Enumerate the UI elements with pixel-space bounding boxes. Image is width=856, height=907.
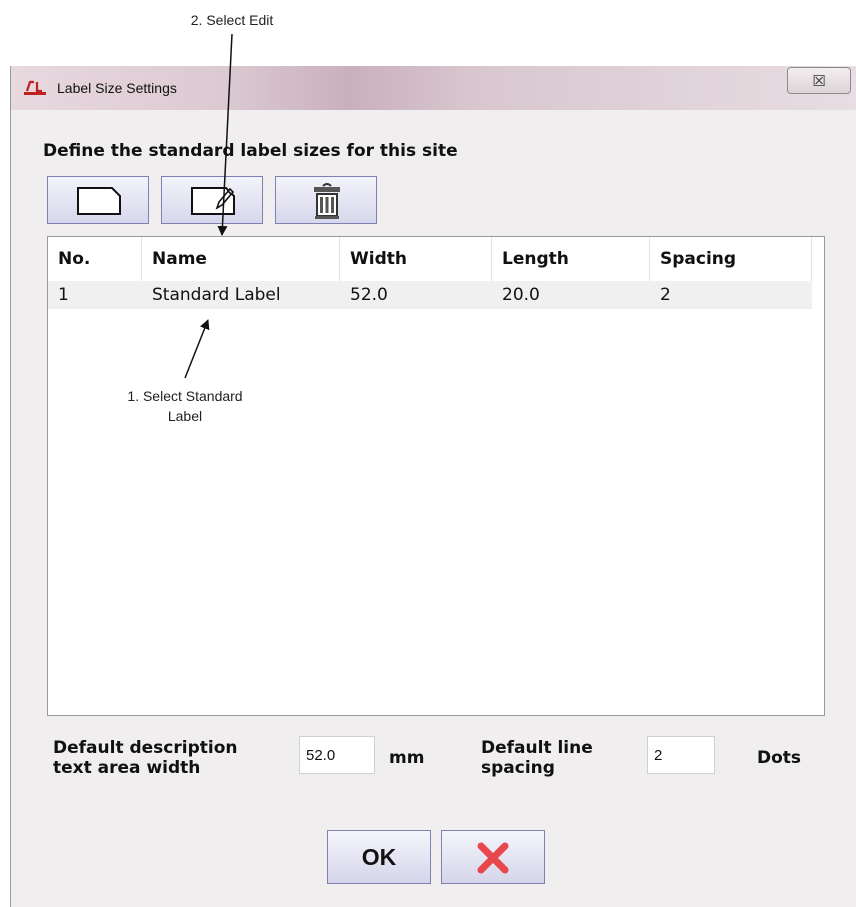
default-spacing-label-line2: spacing: [481, 758, 555, 778]
red-x-icon: [477, 842, 509, 874]
cancel-button[interactable]: [441, 830, 545, 884]
default-spacing-field[interactable]: [647, 736, 715, 774]
column-header-width[interactable]: Width: [340, 237, 492, 281]
callout-select-standard-label: 1. Select Standard Label: [100, 386, 270, 426]
column-header-spacing[interactable]: Spacing: [650, 237, 812, 281]
default-width-label-line1: Default description: [53, 738, 238, 758]
edit-label-button[interactable]: [161, 176, 263, 224]
default-width-label-line2: text area width: [53, 758, 201, 778]
callout-select-edit: 2. Select Edit: [190, 12, 274, 28]
app-logo-icon: [24, 80, 46, 95]
ok-button[interactable]: OK: [327, 830, 431, 884]
close-button[interactable]: ☒: [787, 67, 851, 94]
default-width-label: Default description text area width: [53, 738, 238, 778]
table-row[interactable]: 1 Standard Label 52.0 20.0 2: [48, 281, 812, 309]
delete-label-button[interactable]: [275, 176, 377, 224]
cell-spacing: 2: [660, 285, 671, 305]
edit-pencil-icon: [191, 187, 235, 215]
default-width-field[interactable]: [299, 736, 375, 774]
width-unit-label: mm: [389, 748, 425, 768]
callout-select-standard-label-line2: Label: [167, 408, 203, 424]
label-size-settings-dialog: Label Size Settings ☒ Define the standar…: [10, 66, 856, 907]
page-title: Define the standard label sizes for this…: [43, 141, 458, 161]
cell-length: 20.0: [502, 285, 540, 305]
new-label-button[interactable]: [47, 176, 149, 224]
default-spacing-label: Default line spacing: [481, 738, 593, 778]
label-sizes-table: No. Name Width Length Spacing 1 Standard…: [47, 236, 825, 716]
ok-label: OK: [361, 843, 397, 870]
spacing-unit-label: Dots: [757, 748, 802, 768]
column-header-name[interactable]: Name: [142, 237, 340, 281]
cell-no: 1: [58, 285, 69, 305]
callout-select-standard-label-line1: 1. Select Standard: [127, 388, 243, 404]
column-header-no[interactable]: No.: [48, 237, 142, 281]
column-header-length[interactable]: Length: [492, 237, 650, 281]
cell-name: Standard Label: [152, 285, 281, 305]
close-icon: ☒: [812, 71, 826, 90]
title-bar: Label Size Settings ☒: [11, 66, 856, 110]
window-title: Label Size Settings: [57, 80, 177, 96]
trash-bin-icon: [314, 183, 340, 219]
new-page-icon: [77, 187, 121, 215]
cell-width: 52.0: [350, 285, 388, 305]
default-spacing-label-line1: Default line: [481, 738, 593, 758]
table-header: No. Name Width Length Spacing: [48, 237, 824, 281]
